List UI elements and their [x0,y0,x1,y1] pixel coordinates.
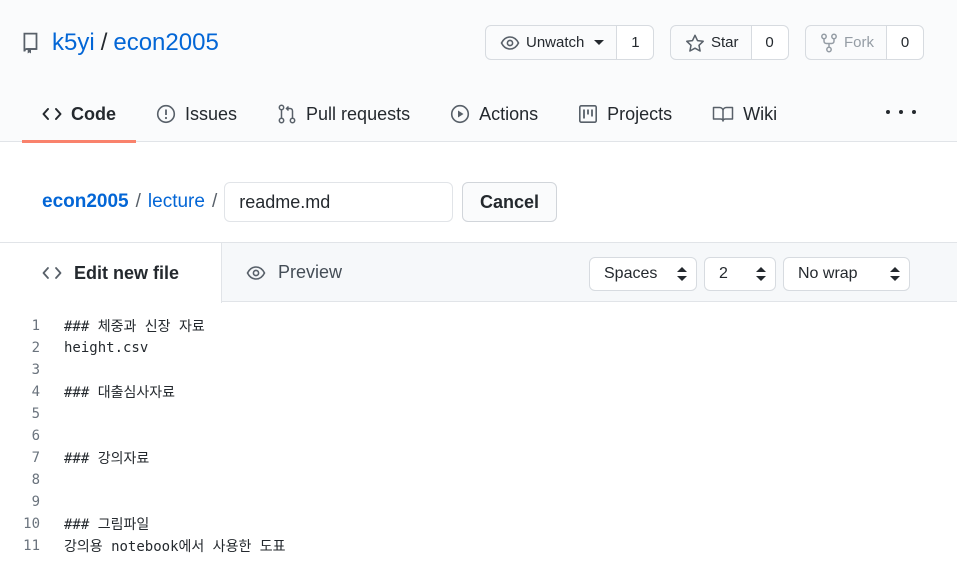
play-icon [450,104,470,124]
tab-issues-label: Issues [185,103,238,124]
edit-tab-label: Edit new file [74,262,180,283]
indent-size-select[interactable]: 2 [704,257,776,291]
line-content[interactable]: ### 그림파일 [64,514,149,534]
line-number: 7 [31,450,40,466]
select-arrows-icon [890,267,900,281]
breadcrumb-dir-link[interactable]: lecture [148,191,205,213]
line-number: 11 [23,538,40,554]
code-line[interactable]: 7 ### 강의자료 [0,447,957,469]
code-editor[interactable]: 1 ### 체중과 신장 자료 2 height.csv 3 4 ### 대출심사자료… [0,315,957,557]
code-line[interactable]: 2 height.csv [0,337,957,359]
select-arrows-icon [677,267,687,281]
line-number: 3 [31,362,40,378]
forks-count[interactable]: 0 [887,26,923,59]
code-line[interactable]: 9 [0,491,957,513]
tab-wiki-label: Wiki [743,103,778,124]
code-line[interactable]: 5 [0,403,957,425]
repo-title: k5yi / econ2005 [22,27,219,59]
star-icon [686,34,704,52]
fork-button-group: Fork 0 [805,25,924,60]
indent-mode-select[interactable]: Spaces [589,257,697,291]
eye-icon [500,35,520,50]
code-line[interactable]: 10 ### 그림파일 [0,513,957,535]
tab-pull-requests[interactable]: Pull requests [257,86,430,142]
star-label: Star [711,34,739,51]
indent-mode-value: Spaces [604,265,658,282]
tab-actions-label: Actions [479,103,539,124]
unwatch-button[interactable]: Unwatch [486,26,618,59]
select-arrows-icon [756,267,766,281]
watch-button-group: Unwatch 1 [485,25,655,60]
line-number: 2 [31,340,40,356]
code-icon [42,108,62,120]
more-options-icon[interactable] [886,100,916,124]
star-button[interactable]: Star [671,26,752,59]
pull-request-icon [278,104,296,124]
fork-label: Fork [844,34,874,51]
line-number: 10 [23,516,40,532]
tab-preview[interactable]: Preview [246,242,342,303]
repo-name-link[interactable]: econ2005 [113,29,218,57]
repo-icon [22,32,42,54]
book-icon [712,106,734,122]
cancel-button[interactable]: Cancel [462,182,557,222]
code-line[interactable]: 8 [0,469,957,491]
tab-code[interactable]: Code [22,86,136,143]
watch-control: Unwatch 1 [485,25,655,60]
code-line[interactable]: 4 ### 대출심사자료 [0,381,957,403]
tab-projects[interactable]: Projects [558,86,692,142]
repo-header: k5yi / econ2005 Unwatch 1 Star 0 Fork 0 … [0,0,957,143]
tab-wiki[interactable]: Wiki [692,86,797,142]
eye-icon [246,265,266,280]
breadcrumb: econ2005 / lecture / [42,182,454,222]
code-line[interactable]: 6 [0,425,957,447]
repo-separator: / [100,29,108,56]
line-content[interactable]: ### 대출심사자료 [64,382,175,402]
indent-size-value: 2 [719,265,728,282]
star-control: Star 0 [670,25,789,60]
line-number: 6 [31,428,40,444]
tab-code-label: Code [71,103,116,124]
chevron-down-icon [594,40,605,45]
stargazers-count[interactable]: 0 [751,26,788,59]
unwatch-label: Unwatch [526,34,585,51]
line-number: 9 [31,494,40,510]
line-content[interactable]: 강의용 notebook에서 사용한 도표 [64,536,286,556]
breadcrumb-separator: / [135,191,141,212]
tab-edit-new-file[interactable]: Edit new file [0,242,222,303]
line-number: 1 [31,318,40,334]
wrap-mode-select[interactable]: No wrap [783,257,910,291]
line-number: 8 [31,472,40,488]
project-icon [579,104,598,123]
code-line[interactable]: 3 [0,359,957,381]
tab-actions[interactable]: Actions [430,86,558,142]
tab-projects-label: Projects [607,103,673,124]
line-content[interactable]: ### 강의자료 [64,448,149,468]
fork-control: Fork 0 [805,25,924,60]
code-line[interactable]: 11 강의용 notebook에서 사용한 도표 [0,535,957,557]
tab-issues[interactable]: Issues [136,86,257,142]
line-number: 4 [31,384,40,400]
editor-toolbar: Edit new file Preview Spaces 2 No wrap [0,242,957,303]
wrap-mode-value: No wrap [798,265,858,282]
repo-nav-tabs: Code Issues Pull requests Actions Projec… [22,86,797,143]
preview-tab-label: Preview [278,262,343,282]
code-line[interactable]: 1 ### 체중과 신장 자료 [0,315,957,337]
fork-button[interactable]: Fork [806,26,887,59]
breadcrumb-repo-link[interactable]: econ2005 [42,191,129,213]
star-button-group: Star 0 [670,25,789,60]
breadcrumb-separator: / [211,191,218,212]
line-number: 5 [31,406,40,422]
fork-icon [821,33,837,52]
filename-input[interactable] [224,182,454,222]
line-content[interactable]: height.csv [64,340,148,356]
tab-pull-requests-label: Pull requests [306,103,411,124]
issue-icon [156,104,176,124]
repo-owner-link[interactable]: k5yi [52,29,95,57]
code-icon [42,267,62,279]
line-content[interactable]: ### 체중과 신장 자료 [64,316,205,336]
watchers-count[interactable]: 1 [617,26,654,59]
